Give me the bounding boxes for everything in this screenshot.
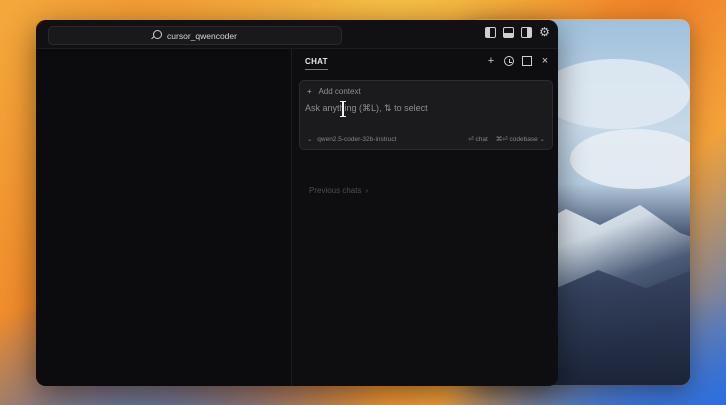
title-bar-actions: ⚙ <box>485 26 550 38</box>
history-icon[interactable] <box>504 56 514 66</box>
submit-options: ⏎ chat ⌘⏎ codebase ⌄ <box>468 135 545 143</box>
gear-icon[interactable]: ⚙ <box>539 26 550 38</box>
command-search-bar[interactable]: cursor_qwencoder <box>48 26 342 45</box>
previous-chats-label: Previous chats <box>309 186 362 195</box>
previous-chats-link[interactable]: Previous chats › <box>309 186 368 195</box>
chat-input-footer: ⌄ qwen2.5-coder-32b-instruct ⏎ chat ⌘⏎ c… <box>307 135 545 143</box>
toggle-left-panel-icon[interactable] <box>485 27 496 38</box>
model-label: qwen2.5-coder-32b-instruct <box>317 136 397 143</box>
title-bar: cursor_qwencoder ⚙ <box>36 20 558 49</box>
chat-submit-button[interactable]: ⏎ chat <box>468 135 488 143</box>
codebase-submit-button[interactable]: ⌘⏎ codebase ⌄ <box>496 135 545 143</box>
add-context-button[interactable]: + Add context <box>307 87 361 96</box>
chevron-down-icon: ⌄ <box>307 136 313 143</box>
editor-window: cursor_qwencoder ⚙ CHAT + × + Add contex… <box>36 20 558 386</box>
tab-chat[interactable]: CHAT <box>305 57 328 70</box>
chevron-right-icon: › <box>365 186 369 195</box>
toggle-bottom-panel-icon[interactable] <box>503 27 514 38</box>
plus-icon[interactable]: + <box>486 56 496 67</box>
search-icon <box>153 30 163 39</box>
toggle-right-panel-icon[interactable] <box>521 27 532 38</box>
chat-input[interactable]: Ask anything (⌘L), ⇅ to select <box>305 103 428 114</box>
model-selector[interactable]: ⌄ qwen2.5-coder-32b-instruct <box>307 135 396 143</box>
editor-pane[interactable] <box>36 49 292 386</box>
cloud-shape <box>540 59 690 129</box>
chat-panel: CHAT + × + Add context Ask anything (⌘L)… <box>292 49 558 386</box>
close-icon[interactable]: × <box>540 56 550 67</box>
maximize-icon[interactable] <box>522 56 532 66</box>
chat-input-box[interactable]: + Add context Ask anything (⌘L), ⇅ to se… <box>299 80 553 150</box>
plus-icon: + <box>307 87 312 96</box>
search-text: cursor_qwencoder <box>167 30 237 41</box>
chat-actions: + × <box>486 56 550 67</box>
add-context-label: Add context <box>318 87 361 96</box>
cloud-shape <box>570 129 690 189</box>
text-cursor-icon <box>340 101 346 117</box>
